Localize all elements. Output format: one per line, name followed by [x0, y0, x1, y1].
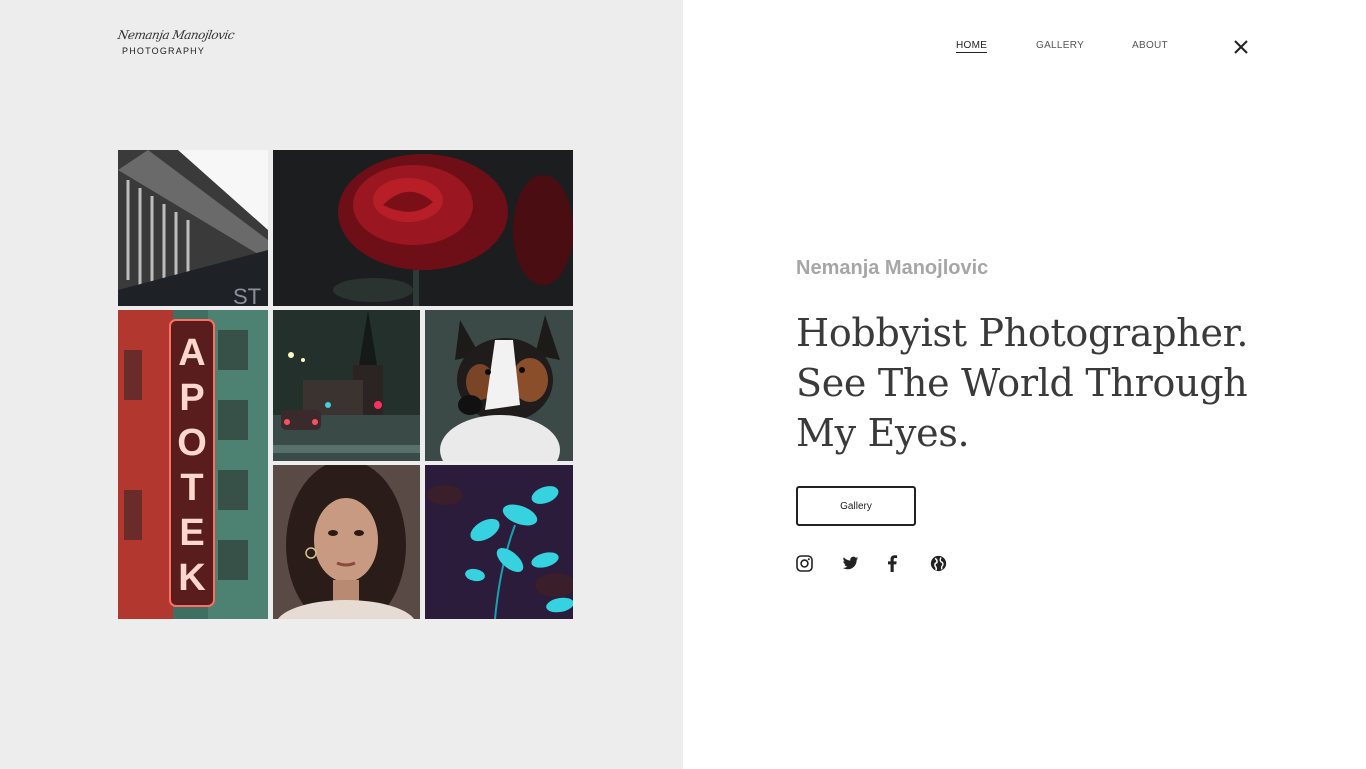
dog-photo[interactable]: [425, 310, 573, 461]
gallery-button[interactable]: Gallery: [796, 486, 916, 526]
rose-photo[interactable]: [273, 150, 573, 306]
svg-text:A: A: [178, 332, 205, 374]
svg-text:E: E: [179, 512, 204, 554]
svg-text:ST: ST: [233, 284, 261, 306]
facebook-icon[interactable]: [886, 555, 898, 572]
gallery-panel: Nemanja Manojlovic PHOTOGRAPHY ST A P O …: [0, 0, 683, 769]
svg-text:P: P: [179, 377, 204, 419]
page-headline: Hobbyist Photographer. See The World Thr…: [796, 308, 1256, 458]
architecture-photo[interactable]: ST: [118, 150, 268, 306]
globe-icon[interactable]: [930, 555, 947, 572]
night-church-photo[interactable]: [273, 310, 420, 461]
nav-home[interactable]: HOME: [956, 40, 988, 53]
logo-subtitle: PHOTOGRAPHY: [122, 46, 206, 56]
headline-line-3: My Eyes.: [796, 411, 970, 455]
nav-about[interactable]: ABOUT: [1132, 40, 1168, 51]
svg-text:T: T: [180, 467, 203, 509]
site-logo[interactable]: Nemanja Manojlovic PHOTOGRAPHY: [116, 28, 236, 56]
twitter-icon[interactable]: [842, 555, 859, 572]
logo-signature: Nemanja Manojlovic: [116, 28, 236, 42]
headline-line-2: See The World Through: [796, 361, 1248, 405]
svg-text:O: O: [177, 422, 207, 464]
instagram-icon[interactable]: [796, 555, 813, 572]
apotek-sign-photo[interactable]: APO TEK: [118, 310, 268, 619]
author-name: Nemanja Manojlovic: [796, 257, 989, 279]
teal-leaves-photo[interactable]: [425, 465, 573, 619]
close-icon[interactable]: [1232, 38, 1250, 56]
woman-portrait-photo[interactable]: [273, 465, 420, 619]
headline-line-1: Hobbyist Photographer.: [796, 311, 1249, 355]
svg-text:K: K: [178, 557, 206, 599]
nav-gallery[interactable]: GALLERY: [1036, 40, 1084, 51]
